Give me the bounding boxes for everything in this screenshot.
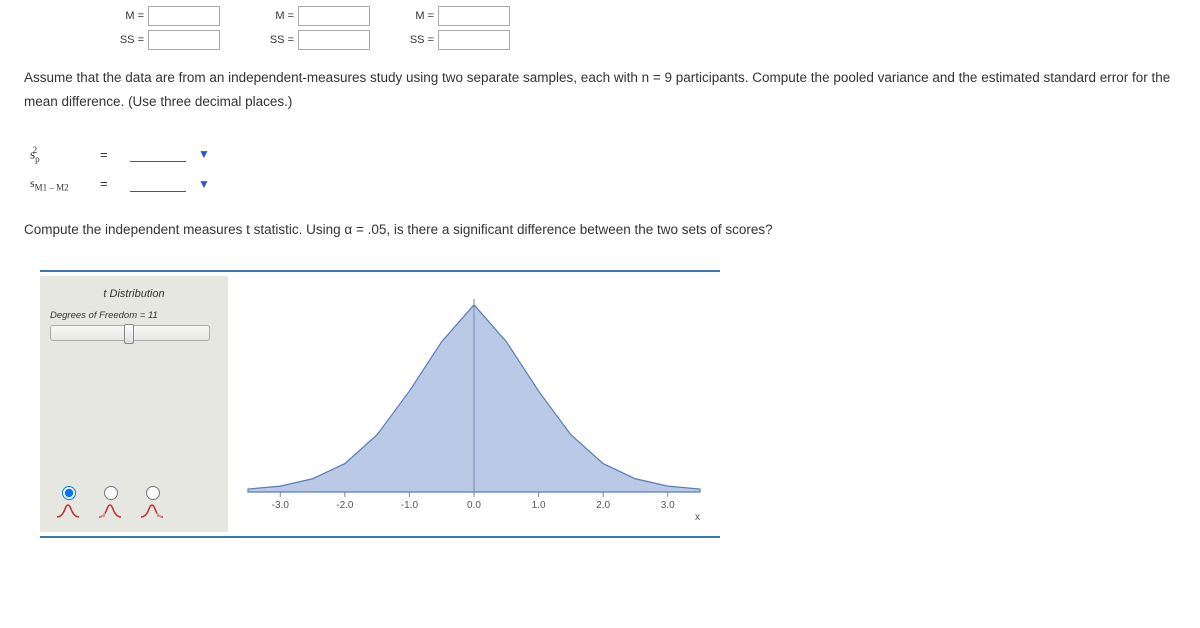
ss-label-2: SS =: [270, 34, 294, 46]
svg-text:1.0: 1.0: [532, 500, 546, 511]
ss-input-2[interactable]: [298, 30, 370, 50]
ss-row: SS = SS = SS =: [0, 28, 1200, 52]
radio-right-tail[interactable]: [140, 483, 164, 518]
shade-mode-radios: [50, 483, 218, 524]
eq-sign-2: =: [100, 176, 112, 191]
left-tail-icon: [98, 504, 122, 518]
distribution-title: t Distribution: [50, 284, 218, 310]
radio-right-tail-input[interactable]: [146, 486, 160, 500]
radio-two-tailed[interactable]: [56, 483, 80, 518]
radio-left-tail-input[interactable]: [104, 486, 118, 500]
sm-answer-blank[interactable]: [130, 176, 186, 192]
radio-left-tail[interactable]: [98, 483, 122, 518]
svg-text:x: x: [695, 512, 700, 523]
svg-text:-2.0: -2.0: [336, 500, 354, 511]
svg-text:-3.0: -3.0: [272, 500, 290, 511]
m-input-3[interactable]: [438, 6, 510, 26]
svg-text:0.0: 0.0: [467, 500, 481, 511]
dof-slider-thumb[interactable]: [124, 324, 134, 344]
svg-text:3.0: 3.0: [661, 500, 675, 511]
paragraph-1: Assume that the data are from an indepen…: [0, 52, 1200, 121]
sm-label: sM1 – M2: [30, 176, 82, 192]
top-input-grid: M = M = M = SS = SS = SS =: [0, 0, 1200, 52]
paragraph-2: Compute the independent measures t stati…: [0, 204, 1200, 248]
mean-row: M = M = M =: [0, 4, 1200, 28]
m-input-1[interactable]: [148, 6, 220, 26]
sp2-answer-blank[interactable]: [130, 146, 186, 162]
hint-toggle-icon-2[interactable]: ▼: [198, 177, 210, 191]
sp2-label: sp2: [30, 145, 82, 164]
dof-label: Degrees of Freedom = 11: [50, 310, 218, 321]
m-input-2[interactable]: [298, 6, 370, 26]
m-label-2: M =: [275, 10, 294, 22]
svg-text:2.0: 2.0: [596, 500, 610, 511]
svg-text:-1.0: -1.0: [401, 500, 419, 511]
distribution-chart: -3.0 -2.0 -1.0 0.0 1.0 2.0 3.0 x: [228, 276, 720, 532]
two-tailed-icon: [56, 504, 80, 518]
chart-svg: -3.0 -2.0 -1.0 0.0 1.0 2.0 3.0 x: [228, 276, 720, 532]
distribution-controls: t Distribution Degrees of Freedom = 11: [40, 276, 228, 532]
ss-input-3[interactable]: [438, 30, 510, 50]
m-label-3: M =: [415, 10, 434, 22]
ss-label-1: SS =: [120, 34, 144, 46]
formula-block: sp2 = ▼ sM1 – M2 = ▼: [0, 121, 1200, 204]
m-label-1: M =: [125, 10, 144, 22]
std-error-row: sM1 – M2 = ▼: [30, 170, 1200, 198]
eq-sign-1: =: [100, 147, 112, 162]
dof-slider[interactable]: [50, 325, 210, 341]
pooled-variance-row: sp2 = ▼: [30, 139, 1200, 170]
hint-toggle-icon-1[interactable]: ▼: [198, 147, 210, 161]
distribution-panel: t Distribution Degrees of Freedom = 11: [40, 270, 720, 538]
ss-label-3: SS =: [410, 34, 434, 46]
right-tail-icon: [140, 504, 164, 518]
radio-two-tailed-input[interactable]: [62, 486, 76, 500]
ss-input-1[interactable]: [148, 30, 220, 50]
